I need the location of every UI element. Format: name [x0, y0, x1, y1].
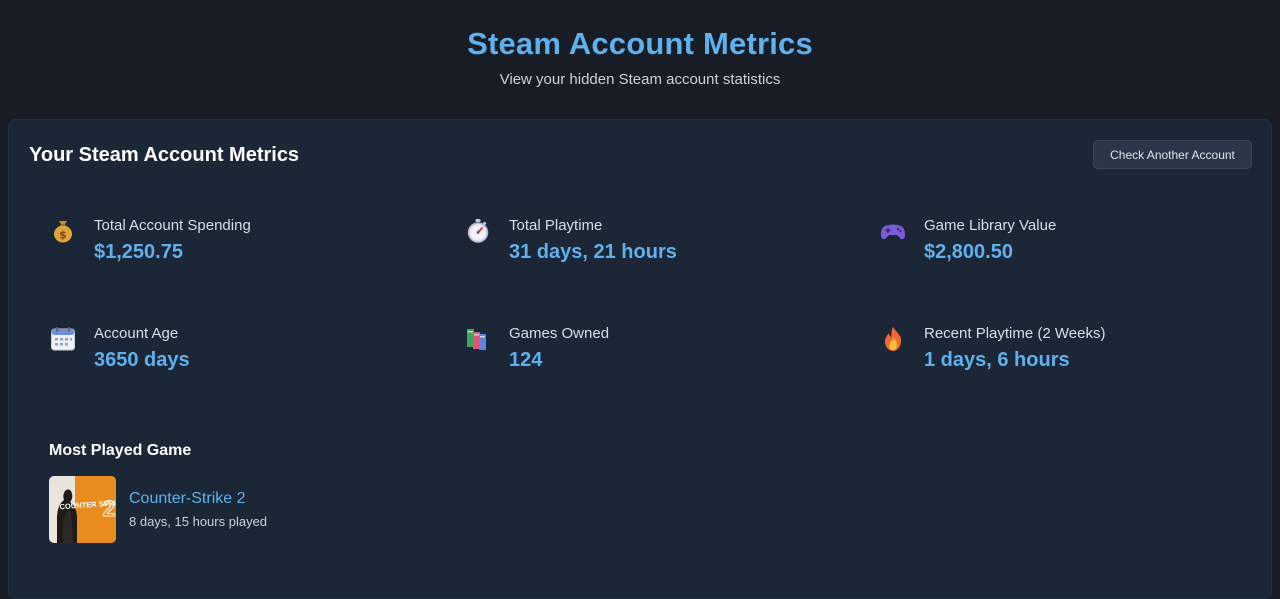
most-played-title: Most Played Game: [49, 442, 192, 459]
check-another-account-button[interactable]: Check Another Account: [1093, 140, 1252, 169]
stopwatch-icon: [464, 217, 492, 245]
metric-total-playtime: Total Playtime 31 days, 21 hours: [464, 217, 844, 277]
metric-value: $1,250.75: [94, 241, 183, 263]
game-thumb-number: 2: [103, 496, 115, 521]
money-bag-icon: $: [49, 217, 77, 245]
metric-account-age: Account Age 3650 days: [49, 325, 429, 385]
game-controller-icon: [879, 217, 907, 245]
books-icon: [464, 325, 492, 353]
metric-label: Game Library Value: [924, 217, 1057, 234]
metric-label: Total Playtime: [509, 217, 603, 234]
page-title: Steam Account Metrics: [467, 26, 813, 61]
svg-text:$: $: [59, 229, 67, 242]
metrics-card: Your Steam Account Metrics Check Another…: [8, 119, 1272, 599]
most-played-game-playtime: 8 days, 15 hours played: [129, 514, 268, 529]
metric-label: Account Age: [94, 325, 179, 342]
page-subtitle: View your hidden Steam account statistic…: [499, 71, 781, 88]
metric-total-spending: $ Total Account Spending $1,250.75: [49, 217, 429, 277]
metric-label: Total Account Spending: [94, 217, 251, 234]
page-header: Steam Account Metrics View your hidden S…: [0, 0, 1280, 120]
game-thumbnail[interactable]: COUNTER STRIKE 2: [49, 476, 116, 543]
metric-value: 31 days, 21 hours: [509, 241, 677, 263]
most-played-game-name[interactable]: Counter-Strike 2: [129, 490, 246, 508]
metric-label: Recent Playtime (2 Weeks): [924, 325, 1106, 342]
metric-value: $2,800.50: [924, 241, 1013, 263]
metric-value: 124: [509, 349, 543, 371]
metric-value: 1 days, 6 hours: [924, 349, 1070, 371]
metric-recent-playtime: Recent Playtime (2 Weeks) 1 days, 6 hour…: [879, 325, 1259, 385]
metric-games-owned: Games Owned 124: [464, 325, 844, 385]
metric-library-value: Game Library Value $2,800.50: [879, 217, 1259, 277]
fire-icon: [879, 325, 907, 353]
metric-value: 3650 days: [94, 349, 190, 371]
calendar-icon: [49, 325, 77, 353]
card-title: Your Steam Account Metrics: [29, 144, 300, 166]
metric-label: Games Owned: [509, 325, 610, 342]
